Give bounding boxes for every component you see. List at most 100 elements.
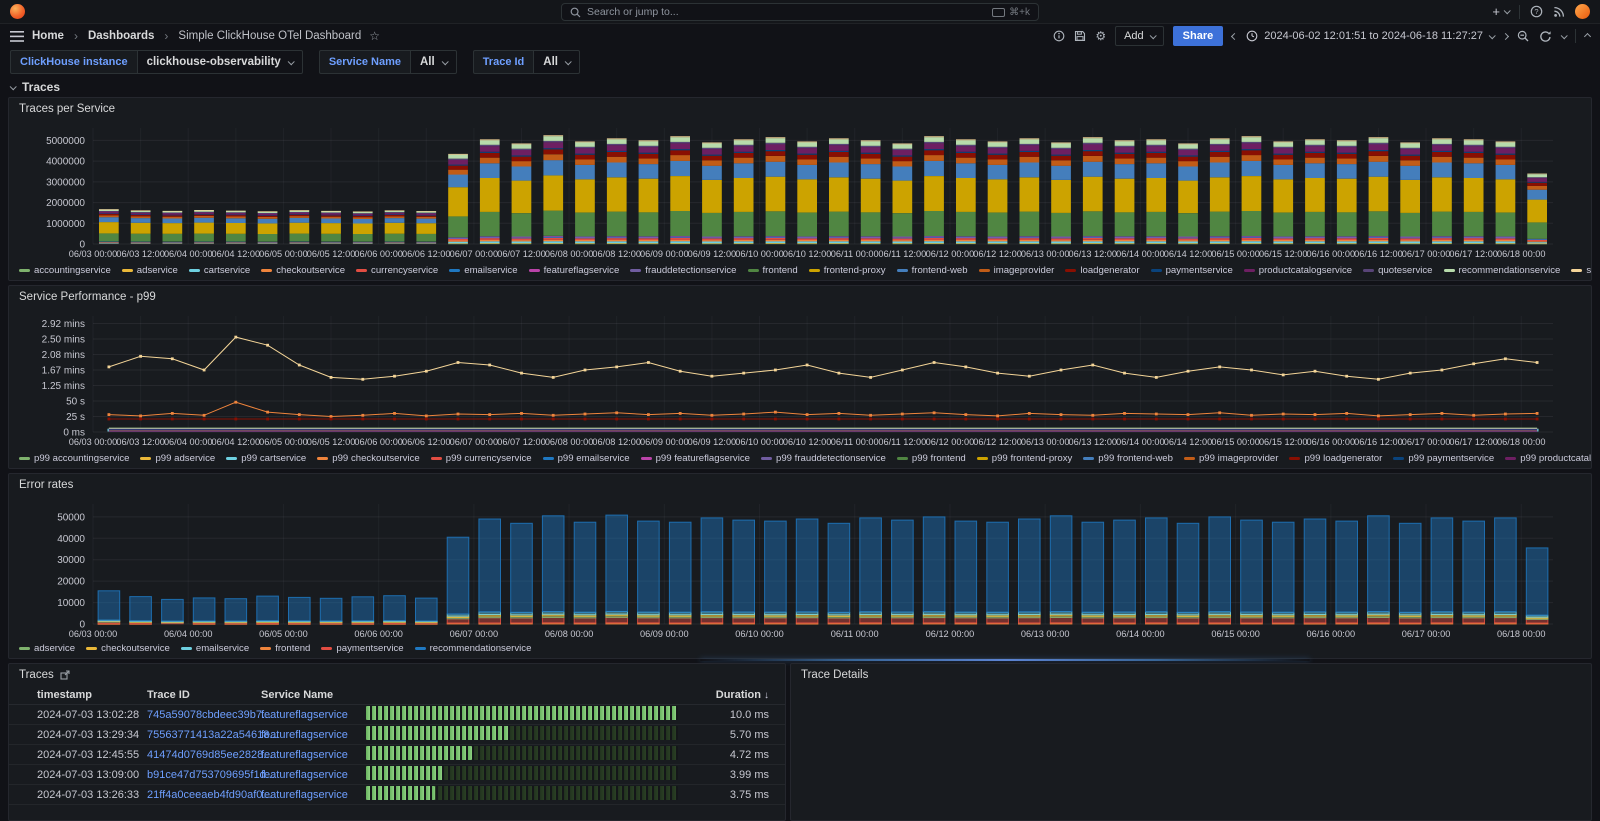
dashboard-info-icon[interactable]	[1053, 30, 1065, 42]
time-range-picker[interactable]: 2024-06-02 12:01:51 to 2024-06-18 11:27:…	[1246, 30, 1494, 42]
column-duration[interactable]: Duration↓	[689, 689, 785, 701]
grafana-logo-icon[interactable]	[10, 4, 25, 19]
panel-title[interactable]: Trace Details	[791, 664, 1591, 686]
legend-item[interactable]: p99 frauddetectionservice	[761, 453, 886, 464]
table-row[interactable]: 2024-07-03 13:26:3321ff4a0ceeaeb4fd90af0…	[9, 785, 785, 805]
legend-item[interactable]: frauddetectionservice	[630, 265, 736, 276]
legend-item[interactable]: p99 frontend-proxy	[977, 453, 1073, 464]
cell-service-name-link[interactable]: featureflagservice	[261, 769, 366, 781]
legend-item[interactable]: p99 adservice	[140, 453, 215, 464]
help-icon[interactable]: ?	[1530, 5, 1543, 18]
cell-service-name-link[interactable]: featureflagservice	[261, 789, 366, 801]
legend-item[interactable]: shippingservice	[1571, 265, 1591, 276]
legend-item[interactable]: frontend	[260, 643, 310, 654]
legend-item[interactable]: accountingservice	[19, 265, 111, 276]
share-button[interactable]: Share	[1173, 26, 1224, 46]
svg-text:06/16 00:00: 06/16 00:00	[1307, 249, 1356, 259]
legend-item[interactable]: paymentservice	[321, 643, 403, 654]
cell-trace-id-link[interactable]: b91ce47d753709695f1d...	[147, 769, 261, 781]
error-rates-chart[interactable]: 06/03 00:0006/04 00:0006/05 00:0006/06 0…	[9, 496, 1591, 642]
refresh-interval-dropdown[interactable]	[1561, 34, 1566, 39]
legend-item[interactable]: p99 currencyservice	[431, 453, 532, 464]
legend-item[interactable]: checkoutservice	[86, 643, 170, 654]
legend-item[interactable]: featureflagservice	[529, 265, 620, 276]
legend-item[interactable]: currencyservice	[356, 265, 438, 276]
add-button[interactable]: Add	[1115, 26, 1164, 46]
panel-title[interactable]: Traces	[19, 669, 54, 681]
legend-item[interactable]: paymentservice	[1151, 265, 1233, 276]
svg-text:06/13 00:00: 06/13 00:00	[1021, 437, 1070, 447]
user-avatar[interactable]	[1575, 4, 1590, 19]
variable-value-dropdown[interactable]: All	[533, 50, 580, 74]
panel-title[interactable]: Service Performance - p99	[9, 286, 1591, 308]
legend-item[interactable]: loadgenerator	[1065, 265, 1139, 276]
save-dashboard-icon[interactable]	[1074, 30, 1086, 42]
panel-links-icon[interactable]	[60, 670, 70, 680]
legend-item[interactable]: emailservice	[181, 643, 249, 654]
cell-trace-id-link[interactable]: 745a59078cbdeec39b7...	[147, 709, 261, 721]
legend-item[interactable]: p99 emailservice	[543, 453, 630, 464]
legend-item[interactable]: frontend-web	[897, 265, 968, 276]
panel-title[interactable]: Traces per Service	[9, 98, 1591, 120]
menu-toggle-icon[interactable]	[10, 31, 24, 42]
svg-text:?: ?	[1534, 7, 1538, 16]
legend-item[interactable]: p99 cartservice	[226, 453, 306, 464]
legend-item[interactable]: p99 imageprovider	[1184, 453, 1278, 464]
legend-item[interactable]: p99 frontend	[897, 453, 966, 464]
settings-gear-icon[interactable]: ⚙	[1095, 29, 1106, 43]
refresh-icon[interactable]	[1539, 30, 1552, 43]
legend-item[interactable]: p99 checkoutservice	[317, 453, 419, 464]
cell-service-name-link[interactable]: featureflagservice	[261, 729, 366, 741]
legend-item[interactable]: productcatalogservice	[1244, 265, 1352, 276]
legend-item[interactable]: p99 frontend-web	[1083, 453, 1173, 464]
legend-item[interactable]: checkoutservice	[261, 265, 345, 276]
variable-value-dropdown[interactable]: clickhouse-observability	[137, 50, 303, 74]
column-trace-id[interactable]: Trace ID	[147, 689, 261, 701]
legend-item[interactable]: quoteservice	[1363, 265, 1432, 276]
legend-label: frontend	[275, 643, 310, 654]
collapse-toolbar-icon[interactable]	[1585, 34, 1590, 39]
favorite-star-icon[interactable]: ☆	[369, 29, 380, 43]
column-timestamp[interactable]: timestamp	[37, 689, 147, 701]
legend-item[interactable]: recommendationservice	[415, 643, 532, 654]
legend-item[interactable]: p99 accountingservice	[19, 453, 129, 464]
search-input[interactable]: Search or jump to... ⌘+k	[561, 3, 1039, 21]
breadcrumb-home[interactable]: Home	[32, 30, 64, 42]
breadcrumb-dashboards[interactable]: Dashboards	[88, 30, 154, 42]
legend-item[interactable]: p99 productcatalogservice	[1505, 453, 1591, 464]
traces-per-service-chart[interactable]: 06/03 00:0006/03 12:0006/04 00:0006/04 1…	[9, 120, 1591, 262]
svg-text:06/08 00:00: 06/08 00:00	[545, 437, 594, 447]
add-menu-button[interactable]: +	[1492, 4, 1509, 19]
row-traces[interactable]: Traces	[10, 80, 60, 94]
zoom-out-time-icon[interactable]	[1517, 30, 1530, 43]
panel-title[interactable]: Error rates	[9, 474, 1591, 496]
legend-item[interactable]: emailservice	[449, 265, 517, 276]
table-row[interactable]: 2024-07-03 13:02:28745a59078cbdeec39b7..…	[9, 705, 785, 725]
cell-service-name-link[interactable]: featureflagservice	[261, 709, 366, 721]
legend-item[interactable]: adservice	[19, 643, 75, 654]
legend-item[interactable]: adservice	[122, 265, 178, 276]
legend-item[interactable]: cartservice	[189, 265, 250, 276]
cell-trace-id-link[interactable]: 21ff4a0ceeaeb4fd90af0...	[147, 789, 261, 801]
legend-item[interactable]: frontend-proxy	[809, 265, 886, 276]
variable-value-dropdown[interactable]: All	[410, 50, 457, 74]
svg-text:06/16 12:00: 06/16 12:00	[1354, 437, 1403, 447]
legend-item[interactable]: p99 loadgenerator	[1289, 453, 1382, 464]
table-row[interactable]: 2024-07-03 13:29:3475563771413a22a54618.…	[9, 725, 785, 745]
legend-item[interactable]: p99 paymentservice	[1393, 453, 1494, 464]
cell-service-name-link[interactable]: featureflagservice	[261, 749, 366, 761]
legend-item[interactable]: recommendationservice	[1444, 265, 1561, 276]
legend-item[interactable]: frontend	[748, 265, 798, 276]
table-row[interactable]: 2024-07-03 13:09:00b91ce47d753709695f1d.…	[9, 765, 785, 785]
legend-item[interactable]: imageprovider	[979, 265, 1055, 276]
time-shift-back-icon[interactable]	[1232, 34, 1237, 39]
cell-trace-id-link[interactable]: 75563771413a22a54618...	[147, 729, 261, 741]
legend-item[interactable]: p99 featureflagservice	[641, 453, 750, 464]
cell-trace-id-link[interactable]: 41474d0769d85ee2828...	[147, 749, 261, 761]
column-service-name[interactable]: Service Name	[261, 689, 366, 701]
table-row[interactable]: 2024-07-03 12:45:5541474d0769d85ee2828..…	[9, 745, 785, 765]
news-rss-icon[interactable]	[1553, 6, 1565, 18]
time-shift-forward-icon[interactable]	[1503, 34, 1508, 39]
p99-chart[interactable]: 06/03 00:0006/03 12:0006/04 00:0006/04 1…	[9, 308, 1591, 450]
variables-row: ClickHouse instance clickhouse-observabi…	[10, 50, 580, 74]
